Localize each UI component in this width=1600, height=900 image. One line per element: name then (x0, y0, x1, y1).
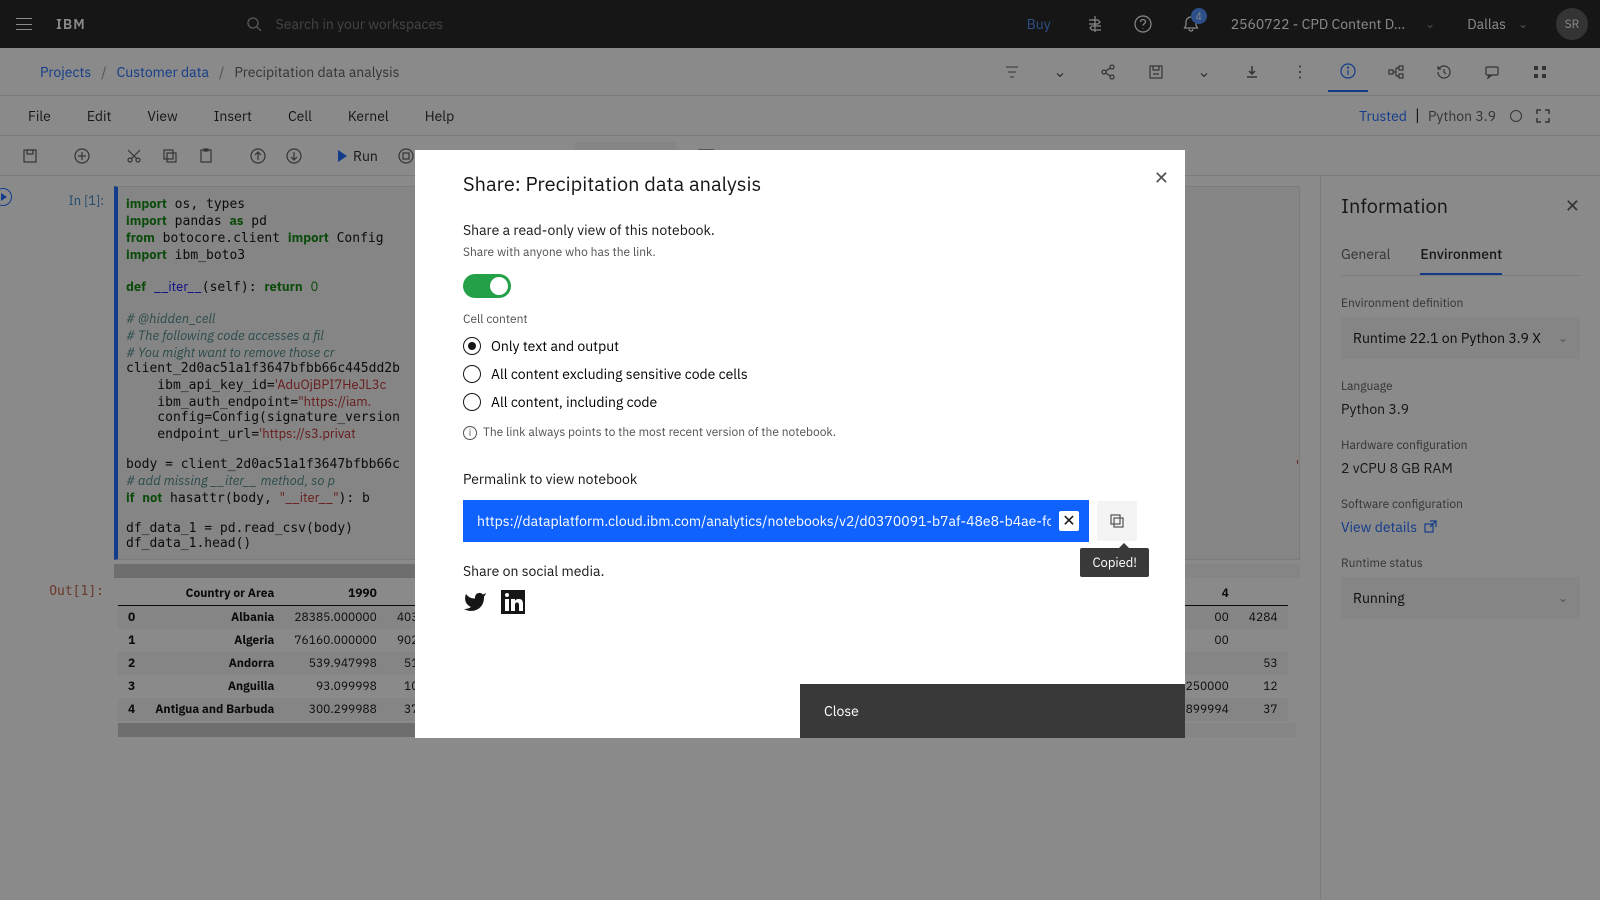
share-desc: Share a read-only view of this notebook. (463, 221, 1137, 239)
radio-exclude-sensitive[interactable]: All content excluding sensitive code cel… (463, 365, 1137, 383)
linkedin-icon[interactable] (501, 590, 525, 614)
permalink-input-wrap: ✕ (463, 500, 1089, 542)
modal-overlay[interactable]: ✕ Share: Precipitation data analysis Sha… (0, 0, 1600, 900)
modal-title: Share: Precipitation data analysis (463, 170, 1137, 197)
permalink-label: Permalink to view notebook (463, 470, 1137, 488)
info-icon: i (463, 426, 477, 440)
copy-button[interactable] (1097, 501, 1137, 541)
link-note: i The link always points to the most rec… (463, 425, 1137, 440)
close-icon[interactable]: ✕ (1154, 166, 1169, 189)
radio-icon (463, 365, 481, 383)
share-sub: Share with anyone who has the link. (463, 245, 1137, 260)
copied-tooltip: Copied! (1080, 548, 1149, 577)
permalink-input[interactable] (463, 500, 1089, 542)
radio-icon (463, 337, 481, 355)
share-toggle[interactable] (463, 274, 511, 298)
twitter-icon[interactable] (463, 590, 487, 614)
share-modal: ✕ Share: Precipitation data analysis Sha… (415, 150, 1185, 738)
clear-icon[interactable]: ✕ (1059, 511, 1079, 531)
radio-all-content[interactable]: All content, including code (463, 393, 1137, 411)
radio-icon (463, 393, 481, 411)
radio-text-output[interactable]: Only text and output (463, 337, 1137, 355)
copy-icon (1109, 513, 1125, 529)
close-button[interactable]: Close (800, 684, 1185, 738)
cell-content-label: Cell content (463, 312, 1137, 327)
radio-group: Only text and output All content excludi… (463, 337, 1137, 411)
social-label: Share on social media. (463, 562, 1137, 580)
